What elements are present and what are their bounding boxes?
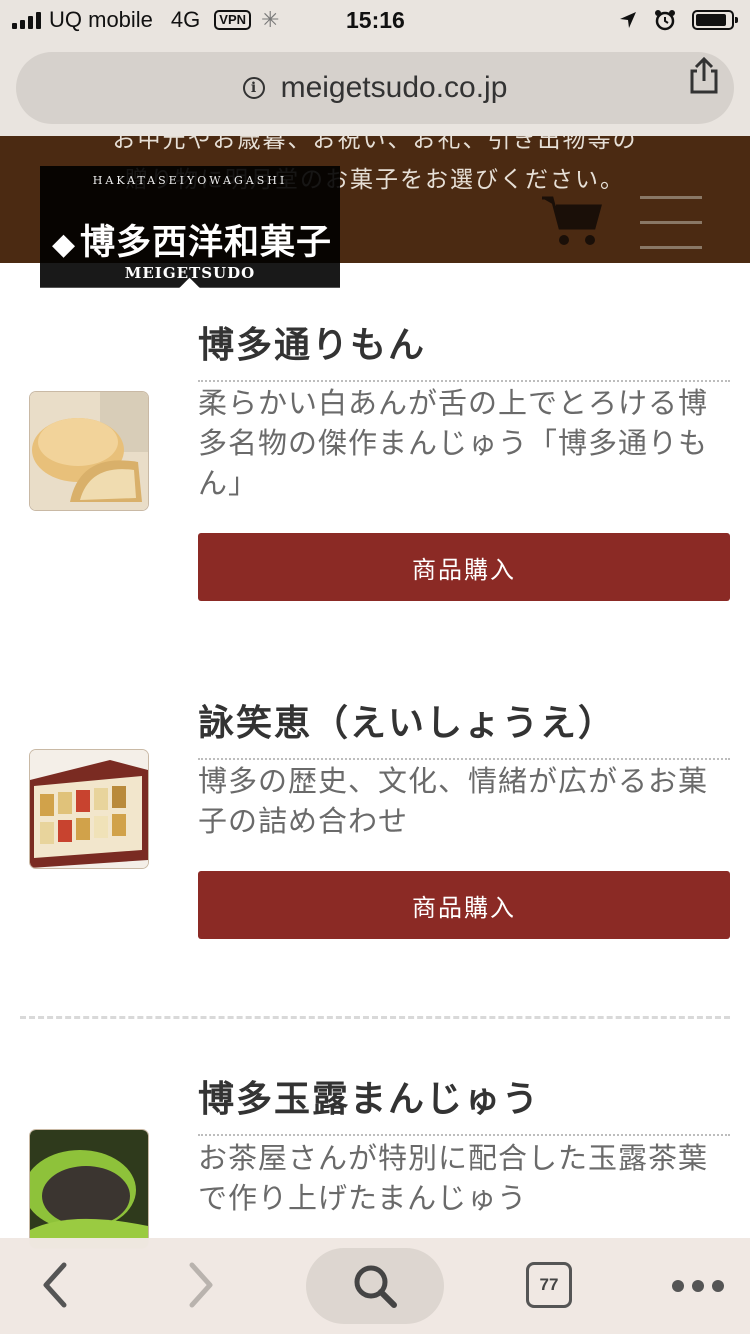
back-button[interactable] xyxy=(30,1260,80,1310)
more-icon-dot xyxy=(672,1280,684,1292)
product-description: 柔らかい白あんが舌の上でとろける博多名物の傑作まんじゅう「博多通りもん」 xyxy=(198,386,709,500)
browser-address-area: i meigetsudo.co.jp xyxy=(0,40,750,136)
product-title[interactable]: 詠笑恵（えいしょうえ） xyxy=(198,694,730,760)
hamburger-menu-icon[interactable] xyxy=(640,196,702,249)
product-title[interactable]: 博多通りもん xyxy=(198,316,730,382)
search-button[interactable] xyxy=(306,1248,444,1324)
vpn-badge: VPN xyxy=(214,10,252,30)
diamond-ornament-icon: ◆ xyxy=(51,227,77,262)
signal-strength-icon xyxy=(12,11,41,29)
forward-button[interactable] xyxy=(176,1260,226,1310)
carrier-name: UQ mobile xyxy=(49,7,153,32)
url-text[interactable]: meigetsudo.co.jp xyxy=(281,71,508,105)
logo-main-text: ◆ 博多西洋和菓子◆ xyxy=(40,214,340,306)
logo-title: 博多西洋和菓子 xyxy=(80,222,333,263)
product-title[interactable]: 博多玉露まんじゅう xyxy=(198,1070,730,1136)
header-tagline-line1: お中元やお歳暮、お祝い、お礼、引き出物等の xyxy=(112,136,638,153)
more-button[interactable] xyxy=(668,1268,728,1304)
alarm-icon xyxy=(655,10,675,31)
status-bar: UQ mobile 4G VPN ✳ 15:16 xyxy=(0,0,750,40)
search-icon xyxy=(354,1265,397,1308)
more-icon-dot xyxy=(712,1280,724,1292)
tabs-button[interactable]: 77 xyxy=(526,1262,572,1308)
location-arrow-icon xyxy=(620,12,636,28)
section-divider xyxy=(20,1016,730,1019)
share-icon[interactable] xyxy=(684,56,724,96)
site-logo[interactable]: HAKATASEIYOWAGASHI ◆ 博多西洋和菓子◆ MEIGETSUDO xyxy=(40,166,340,305)
status-time: 15:16 xyxy=(346,6,405,33)
loading-spinner-icon: ✳ xyxy=(261,7,280,32)
network-type: 4G xyxy=(170,7,201,32)
product-description: お茶屋さんが特別に配合した玉露茶葉で作り上げたまんじゅう xyxy=(198,1141,709,1215)
logo-arc-text: HAKATASEIYOWAGASHI xyxy=(92,174,288,187)
back-icon xyxy=(43,1262,67,1308)
more-icon-dot xyxy=(692,1280,704,1292)
cart-icon[interactable] xyxy=(540,194,604,248)
info-icon[interactable]: i xyxy=(242,77,265,99)
address-bar[interactable]: i meigetsudo.co.jp xyxy=(16,52,734,124)
product-image[interactable] xyxy=(30,392,148,510)
battery-icon xyxy=(692,10,738,30)
buy-button[interactable]: 商品購入 xyxy=(198,533,730,601)
buy-button[interactable]: 商品購入 xyxy=(198,871,730,939)
forward-icon xyxy=(189,1262,213,1308)
tab-count: 77 xyxy=(539,1275,559,1294)
product-image[interactable] xyxy=(30,750,148,868)
product-description: 博多の歴史、文化、情緒が広がるお菓子の詰め合わせ xyxy=(198,764,709,838)
product-image[interactable] xyxy=(30,1130,148,1248)
logo-sub-text: MEIGETSUDO xyxy=(124,264,256,282)
browser-toolbar: 77 xyxy=(0,1238,750,1334)
status-right-icons xyxy=(618,9,738,31)
